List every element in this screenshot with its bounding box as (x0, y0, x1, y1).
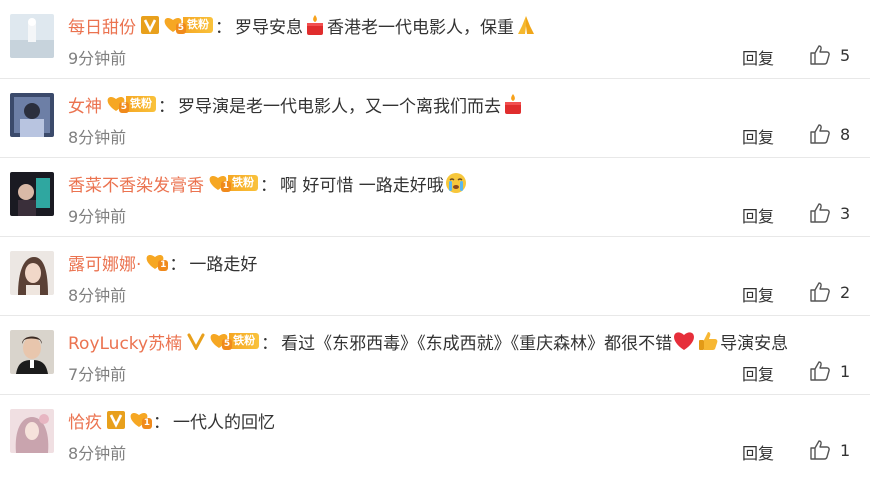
like-button[interactable]: 3 (808, 201, 850, 225)
reply-button[interactable]: 回复 (742, 203, 774, 227)
fans-tag: 铁粉 (228, 175, 258, 191)
verified-icon (107, 411, 125, 429)
like-button[interactable]: 5 (808, 43, 850, 67)
comment-time: 8分钟前 (68, 286, 127, 305)
like-count: 1 (840, 440, 851, 460)
reply-button[interactable]: 回复 (742, 361, 774, 385)
comment-text: 啊 好可惜 一路走好哦 (280, 175, 444, 196)
like-count: 3 (840, 203, 851, 223)
reply-button[interactable]: 回复 (742, 282, 774, 306)
reply-button[interactable]: 回复 (742, 440, 774, 464)
fans-badge: 1 (129, 411, 152, 429)
comment-item: 香菜不香染发膏香 1 铁粉 ： 啊 好可惜 一路走好哦 9分钟前 回复 3 (0, 158, 870, 237)
comment-text: 看过《东邪西毒》《东成西就》《重庆森林》都很不错 (281, 333, 673, 354)
comment-item: 露可娜娜· 1 ： 一路走好 8分钟前 回复 2 (0, 237, 870, 316)
username[interactable]: 女神 (68, 92, 102, 117)
fan-level: 1 (141, 418, 152, 429)
like-count: 1 (840, 361, 851, 381)
comment-time: 7分钟前 (68, 365, 127, 384)
like-count: 2 (840, 282, 851, 302)
fans-tag: 铁粉 (229, 333, 260, 349)
fans-badge: 5 铁粉 (163, 16, 213, 34)
fan-level: 5 (175, 23, 186, 34)
thumbs-up-icon (810, 124, 830, 144)
username[interactable]: 香菜不香染发膏香 (68, 171, 204, 196)
fans-badge: 5 铁粉 (106, 95, 156, 113)
comment-time: 9分钟前 (68, 49, 127, 68)
comment-time: 8分钟前 (68, 128, 127, 147)
fan-level: 1 (158, 260, 169, 271)
comment-item: RoyLucky苏楠 5 铁粉 ： 看过《东邪西毒》《东成西就》《重庆森林》都很… (0, 316, 870, 395)
comment-text-tail: 导演安息 (720, 333, 789, 354)
fans-badge: 5 铁粉 (209, 332, 260, 350)
fans-tag: 铁粉 (183, 17, 213, 33)
thumbs-up-icon (810, 361, 830, 381)
fan-level: 5 (118, 102, 129, 113)
red-heart-emoji-icon (674, 332, 695, 350)
fans-tag: 铁粉 (126, 96, 156, 112)
comment-time: 8分钟前 (68, 444, 127, 463)
fans-badge: 1 铁粉 (208, 174, 258, 192)
like-count: 8 (840, 124, 851, 144)
like-button[interactable]: 8 (808, 122, 850, 146)
username[interactable]: RoyLucky苏楠 (68, 329, 182, 354)
comment-item: 恰疚 1 ： 一代人的回忆 8分钟前 回复 1 (0, 395, 870, 474)
avatar[interactable] (10, 172, 54, 216)
thumbs-up-icon (810, 45, 830, 65)
avatar[interactable] (10, 251, 54, 295)
username[interactable]: 恰疚 (68, 408, 102, 433)
comment-time: 9分钟前 (68, 207, 127, 226)
thumbs-up-icon (810, 282, 830, 302)
like-button[interactable]: 1 (808, 438, 850, 462)
crying-emoji-icon (445, 173, 466, 193)
candle-emoji-icon (307, 15, 323, 35)
comment-text-2: 香港老一代电影人，保重 (327, 17, 514, 38)
comment-text: 罗导演是老一代电影人，又一个离我们而去 (178, 96, 501, 117)
thumbs-up-icon (810, 203, 830, 223)
comment-item: 每日甜份 5 铁粉 ： 罗导安息 香港老一代电影人，保重 9分钟前 回复 5 (0, 0, 870, 79)
comment-text: 一路走好 (189, 254, 258, 275)
verified-icon (187, 333, 205, 350)
username[interactable]: 露可娜娜· (68, 250, 141, 275)
comment-item: 女神 5 铁粉 ： 罗导演是老一代电影人，又一个离我们而去 8分钟前 回复 8 (0, 79, 870, 158)
avatar[interactable] (10, 14, 54, 58)
comment-text: 罗导安息 (235, 17, 303, 38)
candle-emoji-icon (505, 94, 521, 114)
thumbs-up-icon (810, 440, 830, 460)
comment-list: 每日甜份 5 铁粉 ： 罗导安息 香港老一代电影人，保重 9分钟前 回复 5 女… (0, 0, 870, 474)
fan-level: 5 (221, 339, 233, 350)
username[interactable]: 每日甜份 (68, 13, 136, 38)
fans-badge: 1 (145, 253, 169, 271)
comment-text: 一代人的回忆 (173, 412, 275, 433)
thumbs-up-emoji-icon (699, 332, 718, 350)
reply-button[interactable]: 回复 (742, 124, 774, 148)
like-button[interactable]: 2 (808, 280, 850, 304)
like-count: 5 (840, 45, 851, 65)
avatar[interactable] (10, 93, 54, 137)
pray-emoji-icon (518, 16, 534, 34)
avatar[interactable] (10, 330, 54, 374)
verified-icon (141, 16, 159, 34)
avatar[interactable] (10, 409, 54, 453)
like-button[interactable]: 1 (808, 359, 850, 383)
fan-level: 1 (220, 181, 231, 192)
reply-button[interactable]: 回复 (742, 45, 774, 69)
